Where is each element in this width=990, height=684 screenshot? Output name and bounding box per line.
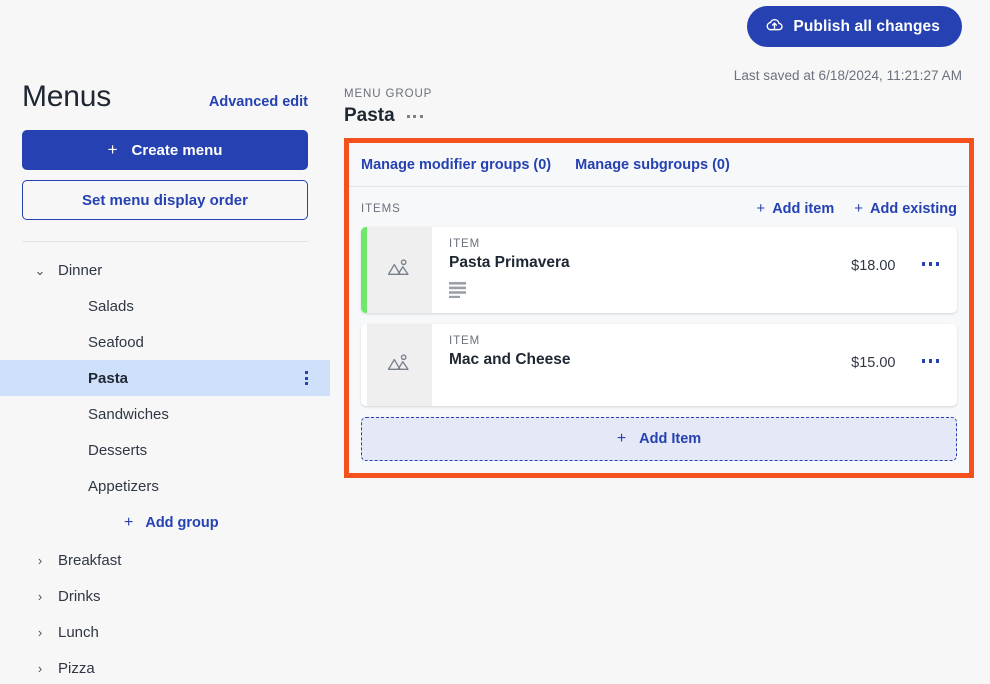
sidebar-item-label: Dinner bbox=[58, 261, 103, 279]
publish-button-label: Publish all changes bbox=[793, 17, 940, 35]
sidebar-item-label: Desserts bbox=[88, 441, 148, 459]
chevron-right-icon: › bbox=[37, 588, 43, 604]
add-item-button[interactable]: + Add Item bbox=[361, 417, 957, 461]
item-eyebrow: ITEM bbox=[449, 238, 481, 250]
description-lines-icon bbox=[449, 281, 851, 303]
chevron-down-icon: ⌄ bbox=[34, 262, 46, 278]
add-group-button[interactable]: + Add group bbox=[22, 504, 308, 542]
sidebar-item-label: Salads bbox=[88, 297, 134, 315]
sidebar-item-label: Breakfast bbox=[58, 551, 122, 569]
item-name: Pasta Primavera bbox=[449, 254, 570, 271]
publish-all-changes-button[interactable]: Publish all changes bbox=[747, 6, 962, 47]
add-existing-link-label: Add existing bbox=[869, 200, 957, 217]
plus-icon: + bbox=[124, 514, 134, 531]
item-name: Mac and Cheese bbox=[449, 351, 571, 368]
item-thumbnail bbox=[367, 227, 432, 313]
item-row[interactable]: ITEM Mac and Cheese $15.00 bbox=[361, 324, 957, 406]
plus-icon: + bbox=[107, 140, 118, 159]
sidebar-item-pizza[interactable]: › Pizza bbox=[22, 650, 308, 684]
sidebar-item-drinks[interactable]: › Drinks bbox=[22, 578, 308, 614]
sidebar-item-label: Appetizers bbox=[88, 477, 159, 495]
sidebar-item-label: Seafood bbox=[88, 333, 144, 351]
last-saved-timestamp: Last saved at 6/18/2024, 11:21:27 AM bbox=[733, 68, 962, 83]
sidebar-item-pasta[interactable]: Pasta bbox=[0, 360, 330, 396]
items-highlight-region: Manage modifier groups (0) Manage subgro… bbox=[344, 138, 974, 478]
sidebar-item-sandwiches[interactable]: Sandwiches bbox=[22, 396, 308, 432]
menu-group-kebab-menu-icon[interactable] bbox=[406, 114, 423, 118]
sidebar-item-breakfast[interactable]: › Breakfast bbox=[22, 542, 308, 578]
sidebar-item-label: Drinks bbox=[58, 587, 101, 605]
items-section-label: ITEMS bbox=[361, 202, 401, 215]
item-main: ITEM Pasta Primavera bbox=[449, 238, 851, 303]
sidebar-divider bbox=[22, 241, 308, 242]
image-placeholder-icon bbox=[387, 255, 412, 285]
sidebar-item-lunch[interactable]: › Lunch bbox=[22, 614, 308, 650]
sidebar-item-salads[interactable]: Salads bbox=[22, 288, 308, 324]
item-kebab-menu-icon[interactable] bbox=[896, 238, 958, 266]
item-body: ITEM Pasta Primavera $18.00 bbox=[432, 227, 957, 313]
item-thumbnail bbox=[367, 324, 432, 406]
add-item-link-label: Add item bbox=[772, 200, 835, 217]
manage-links-row: Manage modifier groups (0) Manage subgro… bbox=[349, 143, 969, 187]
sidebar-item-label: Sandwiches bbox=[88, 405, 169, 423]
manage-subgroups-link[interactable]: Manage subgroups (0) bbox=[575, 157, 730, 173]
image-placeholder-icon bbox=[387, 350, 412, 380]
item-price: $15.00 bbox=[851, 355, 896, 371]
item-kebab-menu-icon[interactable] bbox=[896, 335, 958, 363]
sidebar-item-label: Lunch bbox=[58, 623, 99, 641]
sidebar-item-label: Pizza bbox=[58, 659, 95, 677]
manage-modifier-groups-link[interactable]: Manage modifier groups (0) bbox=[361, 157, 551, 173]
item-body: ITEM Mac and Cheese $15.00 bbox=[432, 324, 957, 406]
item-eyebrow: ITEM bbox=[449, 335, 481, 347]
plus-icon: + bbox=[616, 430, 627, 447]
menu-group-detail-panel: MENU GROUP Pasta Manage modifier groups … bbox=[344, 88, 974, 478]
sidebar-header: Menus Advanced edit bbox=[22, 80, 308, 114]
items-header: ITEMS + Add item + Add existing bbox=[349, 187, 969, 227]
item-row[interactable]: ITEM Pasta Primavera $18.00 bbox=[361, 227, 957, 313]
menus-sidebar: Menus Advanced edit + Create menu Set me… bbox=[0, 80, 330, 684]
items-actions: + Add item + Add existing bbox=[756, 200, 957, 217]
item-price: $18.00 bbox=[851, 258, 896, 274]
add-existing-link[interactable]: + Add existing bbox=[854, 200, 957, 217]
add-item-button-label: Add Item bbox=[639, 431, 702, 447]
create-menu-label: Create menu bbox=[131, 141, 223, 159]
sidebar-item-label: Pasta bbox=[88, 369, 129, 387]
plus-icon: + bbox=[854, 200, 863, 217]
sidebar-item-seafood[interactable]: Seafood bbox=[22, 324, 308, 360]
add-group-label: Add group bbox=[145, 515, 219, 531]
sidebar-item-appetizers[interactable]: Appetizers bbox=[22, 468, 308, 504]
menu-group-eyebrow: MENU GROUP bbox=[344, 88, 433, 100]
create-menu-button[interactable]: + Create menu bbox=[22, 130, 308, 170]
item-main: ITEM Mac and Cheese bbox=[449, 335, 851, 369]
chevron-right-icon: › bbox=[37, 552, 43, 568]
add-item-link[interactable]: + Add item bbox=[756, 200, 834, 217]
chevron-right-icon: › bbox=[37, 660, 43, 676]
plus-icon: + bbox=[756, 200, 766, 217]
top-bar: Publish all changes Last saved at 6/18/2… bbox=[0, 0, 990, 90]
sidebar-item-dinner[interactable]: ⌄ Dinner bbox=[22, 252, 308, 288]
menu-group-title-row: Pasta bbox=[344, 103, 974, 129]
items-list: ITEM Pasta Primavera $18.00 ITEM Mac and… bbox=[349, 227, 969, 473]
chevron-right-icon: › bbox=[37, 624, 43, 640]
menu-group-title: Pasta bbox=[344, 105, 395, 126]
set-menu-display-order-button[interactable]: Set menu display order bbox=[22, 180, 308, 220]
advanced-edit-link[interactable]: Advanced edit bbox=[209, 94, 308, 110]
sidebar-item-desserts[interactable]: Desserts bbox=[22, 432, 308, 468]
sidebar-item-kebab-menu-icon[interactable] bbox=[305, 371, 308, 385]
cloud-upload-icon bbox=[765, 15, 784, 39]
menu-tree: ⌄ Dinner Salads Seafood Pasta Sandwiches… bbox=[0, 252, 330, 684]
page-title: Menus bbox=[22, 80, 112, 113]
